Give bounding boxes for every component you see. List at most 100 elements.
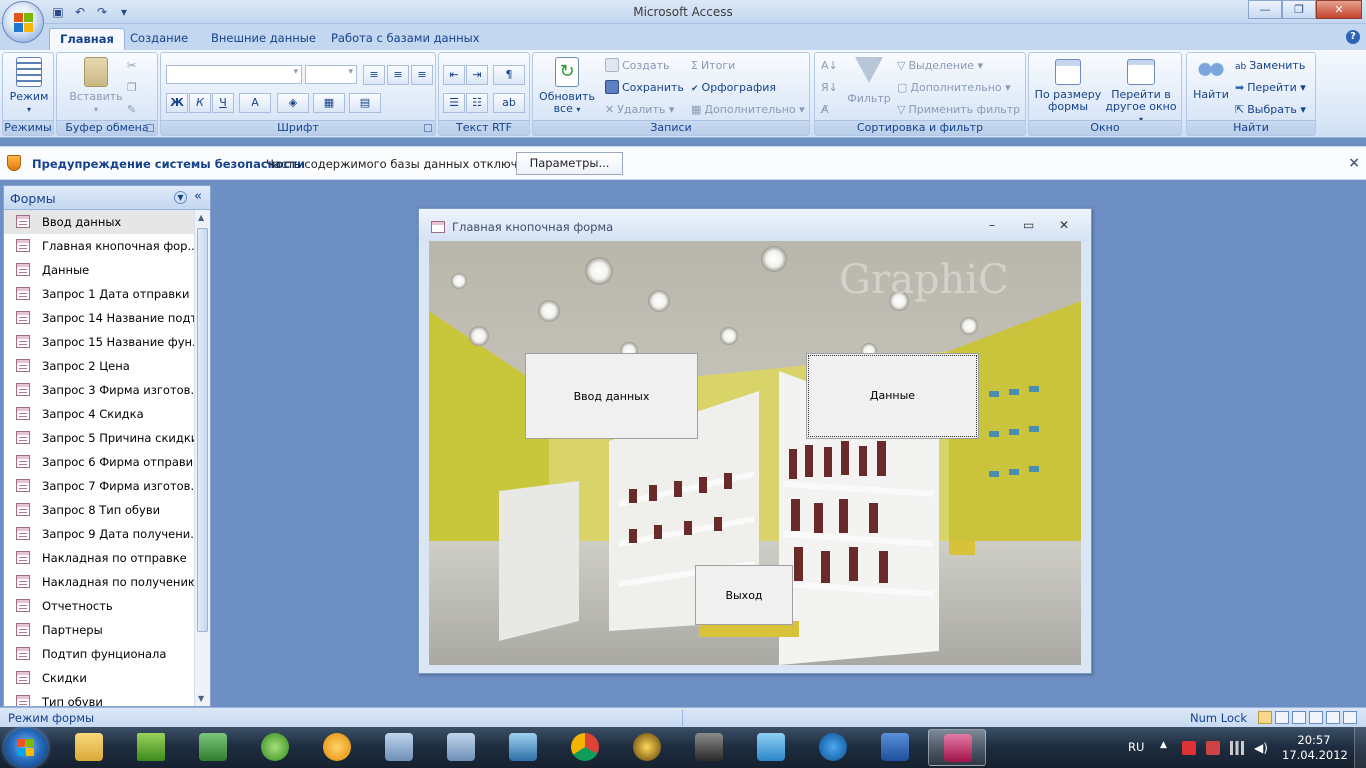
sort-ascending-icon[interactable]: A↓ — [821, 57, 838, 75]
form-list-item[interactable]: Отчетность — [4, 594, 196, 618]
taskbar-explorer[interactable] — [62, 729, 116, 766]
form-list-item[interactable]: Накладная по получению — [4, 570, 196, 594]
underline-button[interactable]: Ч — [212, 93, 234, 113]
chevron-down-icon[interactable]: ▼ — [174, 191, 187, 204]
paste-button[interactable]: Вставить ▾ — [67, 57, 125, 116]
form-list-item[interactable]: Запрос 4 Скидка — [4, 402, 196, 426]
alternate-fill-icon[interactable]: ▤ — [349, 93, 381, 113]
navigation-pane-header[interactable]: Формы ▼ « — [4, 186, 210, 210]
collapse-pane-icon[interactable]: « — [194, 189, 202, 204]
taskbar-app-11[interactable] — [682, 729, 736, 766]
align-right-icon[interactable]: ≡ — [411, 65, 433, 85]
tab-create[interactable]: Создание — [120, 28, 198, 50]
fill-color-icon[interactable]: ◈ — [277, 93, 309, 113]
italic-button[interactable]: К — [189, 93, 211, 113]
form-list-item[interactable]: Запрос 5 Причина скидки — [4, 426, 196, 450]
form-list-item[interactable]: Запрос 7 Фирма изготов... — [4, 474, 196, 498]
show-desktop-button[interactable] — [1354, 727, 1366, 768]
close-icon[interactable]: × — [1348, 155, 1360, 171]
find-button[interactable]: Найти — [1191, 59, 1231, 101]
font-name-combo[interactable] — [166, 65, 302, 84]
taskbar-app-4[interactable] — [248, 729, 302, 766]
taskbar-app-6[interactable] — [372, 729, 426, 766]
input-data-button[interactable]: Ввод данных — [525, 353, 698, 439]
font-launcher-icon[interactable] — [424, 124, 432, 132]
form-list-item[interactable]: Запрос 15 Название фун... — [4, 330, 196, 354]
sort-descending-icon[interactable]: Я↓ — [821, 79, 838, 97]
exit-button[interactable]: Выход — [695, 565, 793, 625]
taskbar-app-3[interactable] — [186, 729, 240, 766]
tab-database-tools[interactable]: Работа с базами данных — [321, 28, 490, 50]
bullets-icon[interactable]: ☰ — [443, 93, 465, 113]
form-list-item[interactable]: Запрос 2 Цена — [4, 354, 196, 378]
clear-sort-icon[interactable]: A̸ — [821, 101, 829, 119]
indent-decrease-icon[interactable]: ⇤ — [443, 65, 465, 85]
volume-icon[interactable]: ◀) — [1254, 741, 1268, 755]
form-list-item[interactable]: Ввод данных — [4, 210, 196, 234]
taskbar-chrome[interactable] — [558, 729, 612, 766]
replace-button[interactable]: ab Заменить — [1235, 57, 1305, 75]
tray-flag-icon[interactable] — [1182, 741, 1196, 755]
taskbar-access[interactable] — [928, 729, 986, 766]
form-maximize-icon[interactable]: ▭ — [1023, 218, 1034, 232]
delete-record-button[interactable]: ✕ Удалить ▾ — [605, 101, 674, 119]
form-list-item[interactable]: Данные — [4, 258, 196, 282]
font-color-button[interactable]: A — [239, 93, 271, 113]
apply-filter-button[interactable]: ▽ Применить фильтр — [897, 101, 1020, 119]
security-options-button[interactable]: Параметры... — [516, 152, 623, 175]
restore-button[interactable]: ❐ — [1282, 0, 1316, 19]
form-list-item[interactable]: Запрос 9 Дата получени... — [4, 522, 196, 546]
taskbar-app-13[interactable] — [806, 729, 860, 766]
design-view-icon[interactable] — [1343, 711, 1357, 724]
new-record-button[interactable]: Создать — [605, 57, 670, 75]
more-records-button[interactable]: ▦ Дополнительно ▾ — [691, 101, 805, 119]
indent-increase-icon[interactable]: ⇥ — [466, 65, 488, 85]
form-close-icon[interactable]: ✕ — [1059, 218, 1069, 232]
numbering-icon[interactable]: ☷ — [466, 93, 488, 113]
tab-home[interactable]: Главная — [49, 28, 125, 50]
form-list-item[interactable]: Запрос 1 Дата отправки — [4, 282, 196, 306]
switch-window-button[interactable]: Перейти в другое окно ▾ — [1103, 59, 1179, 126]
tray-expand-icon[interactable]: ▲ — [1160, 740, 1167, 750]
form-minimize-icon[interactable]: – — [989, 218, 995, 232]
refresh-all-button[interactable]: ↻ Обновить все ▾ — [537, 57, 597, 116]
language-indicator[interactable]: RU — [1128, 740, 1144, 754]
taskbar-app-10[interactable] — [620, 729, 674, 766]
taskbar-word[interactable] — [868, 729, 922, 766]
form-list-item[interactable]: Запрос 14 Название подт... — [4, 306, 196, 330]
totals-button[interactable]: Σ Итоги — [691, 57, 735, 75]
pivot-chart-view-icon[interactable] — [1309, 711, 1323, 724]
form-list-item[interactable]: Подтип фунционала — [4, 642, 196, 666]
clock[interactable]: 20:57 17.04.2012 — [1282, 733, 1348, 763]
filter-button[interactable]: Фильтр — [847, 57, 891, 105]
scroll-down-icon[interactable]: ▼ — [198, 694, 204, 703]
tab-external-data[interactable]: Внешние данные — [201, 28, 326, 50]
taskbar-app-2[interactable] — [124, 729, 178, 766]
tray-power-icon[interactable] — [1206, 741, 1220, 755]
taskbar-app-12[interactable] — [744, 729, 798, 766]
selection-button[interactable]: ▽ Выделение ▾ — [897, 57, 983, 75]
taskbar-app-7[interactable] — [434, 729, 488, 766]
close-button[interactable]: ✕ — [1316, 0, 1362, 19]
form-list-item[interactable]: Главная кнопочная фор... — [4, 234, 196, 258]
datasheet-view-icon[interactable] — [1275, 711, 1289, 724]
goto-button[interactable]: ➡ Перейти ▾ — [1235, 79, 1306, 97]
font-size-combo[interactable] — [305, 65, 357, 84]
form-list-item[interactable]: Накладная по отправке — [4, 546, 196, 570]
align-center-icon[interactable]: ≡ — [387, 65, 409, 85]
taskbar-app-8[interactable] — [496, 729, 550, 766]
form-list-item[interactable]: Тип обуви — [4, 690, 196, 706]
copy-icon[interactable]: ❐ — [127, 79, 137, 97]
scroll-up-icon[interactable]: ▲ — [198, 213, 204, 222]
align-left-icon[interactable]: ≡ — [363, 65, 385, 85]
data-button[interactable]: Данные — [806, 353, 979, 439]
form-list-item[interactable]: Запрос 6 Фирма отправи... — [4, 450, 196, 474]
bold-button[interactable]: Ж — [166, 93, 188, 113]
cut-icon[interactable]: ✂ — [127, 57, 136, 75]
paragraph-direction-icon[interactable]: ¶ — [493, 65, 525, 85]
gridlines-icon[interactable]: ▦ — [313, 93, 345, 113]
form-list-item[interactable]: Запрос 3 Фирма изготов... — [4, 378, 196, 402]
layout-view-icon[interactable] — [1326, 711, 1340, 724]
form-list-item[interactable]: Партнеры — [4, 618, 196, 642]
help-icon[interactable]: ? — [1346, 30, 1360, 44]
